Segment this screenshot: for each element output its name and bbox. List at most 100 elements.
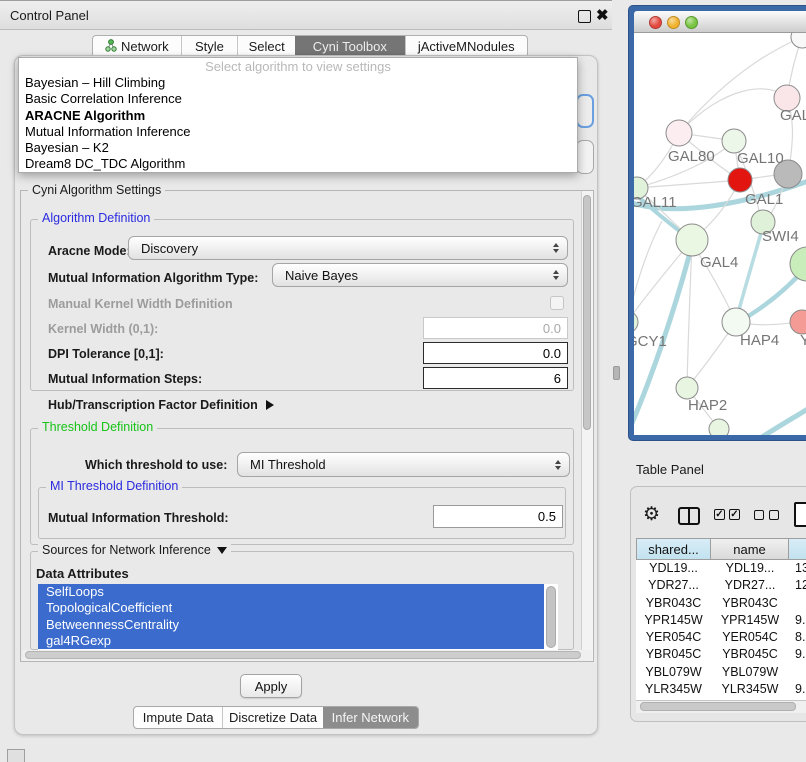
manual-kernel-checkbox[interactable] (550, 296, 564, 310)
network-node-gal80[interactable] (666, 120, 692, 146)
node-label: HAP2 (688, 397, 727, 414)
table-row[interactable]: YBR043CYBR043C (636, 595, 806, 612)
tab-select[interactable]: Select (237, 36, 295, 57)
table-row[interactable]: YLR345WYLR345W9. (636, 681, 806, 698)
attribute-item-gal4rgexp[interactable]: gal4RGexp (38, 633, 544, 649)
float-window-icon[interactable] (578, 10, 591, 23)
node-label: GAL11 (634, 194, 677, 211)
focused-combo-fragment[interactable] (576, 94, 594, 128)
dropdown-item-mutual-information-inference[interactable]: Mutual Information Inference (19, 124, 577, 140)
document-icon[interactable] (794, 502, 806, 527)
attribute-item-selfloops[interactable]: SelfLoops (38, 584, 544, 600)
node-label: GAL10 (737, 150, 784, 167)
dropdown-item-bayesian-hill-climbing[interactable]: Bayesian – Hill Climbing (19, 75, 577, 91)
dropdown-placeholder: Select algorithm to view settings (19, 58, 577, 75)
tab-style[interactable]: Style (181, 36, 238, 57)
network-node-hap2[interactable] (676, 377, 698, 399)
table-cell: YDL19... (711, 560, 789, 577)
table-row[interactable]: YDL19...YDL19...13 (636, 560, 806, 577)
tab-label: Cyni Toolbox (313, 39, 387, 54)
combo-fragment[interactable] (576, 140, 594, 174)
network-node-y[interactable] (790, 310, 806, 334)
mi-type-value: Naive Bayes (285, 268, 358, 283)
close-icon[interactable]: ✖ (596, 6, 609, 24)
dropdown-item-aracne-algorithm[interactable]: ARACNE Algorithm (19, 108, 577, 124)
minimize-traffic-light[interactable] (667, 16, 680, 29)
table-cell: YBL079W (711, 664, 789, 681)
apply-button[interactable]: Apply (240, 674, 302, 698)
which-threshold-select[interactable]: MI Threshold (237, 452, 570, 477)
network-node[interactable] (790, 247, 806, 281)
page-title: Control Panel (10, 1, 89, 30)
split-pane-handle[interactable] (613, 366, 620, 380)
kernel-width-field[interactable]: 0.0 (423, 317, 568, 339)
table-cell: YBR045C (711, 646, 789, 663)
table-cell: YER054C (711, 629, 789, 646)
settings-vertical-scrollbar-thumb[interactable] (583, 195, 591, 430)
columns-icon[interactable] (678, 507, 700, 525)
select-all-checkbox-icon[interactable]: ✓ (714, 509, 725, 520)
algorithm-dropdown[interactable]: Select algorithm to view settings Bayesi… (18, 57, 578, 173)
table-row[interactable]: YER054CYER054C8. (636, 629, 806, 646)
network-edge[interactable] (737, 226, 763, 317)
which-threshold-label: Which threshold to use: (85, 458, 227, 472)
close-traffic-light[interactable] (649, 16, 662, 29)
network-edge[interactable] (762, 405, 806, 435)
tab-network[interactable]: Network (93, 36, 181, 57)
mi-type-select[interactable]: Naive Bayes (272, 263, 568, 287)
hub-definition-label: Hub/Transcription Factor Definition (48, 398, 258, 412)
kernel-width-label: Kernel Width (0,1): (48, 322, 158, 336)
dropdown-item-dream8-dc-tdc-algorithm[interactable]: Dream8 DC_TDC Algorithm (19, 156, 577, 172)
network-window-titlebar[interactable] (634, 11, 806, 33)
network-node-gcy1[interactable] (634, 311, 638, 333)
table-row[interactable]: YBR045CYBR045C9. (636, 646, 806, 663)
attribute-item-betweennesscentrality[interactable]: BetweennessCentrality (38, 617, 544, 633)
column-header-shared[interactable]: shared... (636, 538, 711, 560)
table-panel-title: Table Panel (636, 462, 704, 477)
network-node-gal4[interactable] (676, 224, 708, 256)
mi-steps-field[interactable]: 6 (423, 367, 568, 389)
data-attributes-list[interactable]: SelfLoopsTopologicalCoefficientBetweenne… (38, 584, 558, 650)
deselect-checkbox-icon[interactable] (769, 510, 779, 520)
network-view[interactable]: GALGAL80GAL10GAL1GAL11SWI4GAL4GCY1HAP4YH… (634, 33, 806, 435)
settings-horizontal-scrollbar-thumb[interactable] (25, 651, 581, 659)
combo-stepper-icon (553, 243, 559, 253)
deselect-checkbox-icon[interactable] (754, 510, 764, 520)
dropdown-item-bayesian-k2[interactable]: Bayesian – K2 (19, 140, 577, 156)
table-row[interactable]: YPR145WYPR145W9. (636, 612, 806, 629)
tab-impute-data[interactable]: Impute Data (134, 707, 222, 728)
gear-icon[interactable]: ⚙ (643, 503, 660, 527)
network-node[interactable] (709, 419, 729, 435)
network-node-gal1[interactable] (728, 168, 752, 192)
sources-expander[interactable]: Sources for Network Inference (38, 544, 231, 557)
tab-label: Network (121, 39, 169, 54)
select-all-checkbox-icon[interactable]: ✓ (729, 509, 740, 520)
table-horizontal-scrollbar-thumb[interactable] (640, 702, 796, 711)
table-cell (789, 664, 806, 681)
attribute-item-topologicalcoefficient[interactable]: TopologicalCoefficient (38, 600, 544, 616)
aracne-mode-select[interactable]: Discovery (128, 236, 568, 260)
minimized-panel-icon[interactable] (7, 749, 25, 762)
tab-infer-network[interactable]: Infer Network (323, 707, 418, 728)
expander-arrow-icon (266, 400, 274, 410)
tab-jactivemnodules[interactable]: jActiveMNodules (405, 36, 527, 57)
tab-discretize-data[interactable]: Discretize Data (222, 707, 322, 728)
attribute-list-scrollbar-thumb[interactable] (546, 586, 556, 648)
table-row[interactable]: YDR27...YDR27...12 (636, 577, 806, 594)
network-edge[interactable] (679, 89, 787, 133)
dropdown-item-basic-correlation-inference[interactable]: Basic Correlation Inference (19, 91, 577, 107)
screen: Control Panel ✖ Network StyleSelect Cyni T… (0, 0, 806, 762)
mi-threshold-field[interactable]: 0.5 (433, 505, 563, 528)
node-label: HAP4 (740, 332, 779, 349)
network-graph[interactable]: GALGAL80GAL10GAL1GAL11SWI4GAL4GCY1HAP4YH… (634, 33, 806, 435)
zoom-traffic-light[interactable] (685, 16, 698, 29)
table-row[interactable]: YBL079WYBL079W (636, 664, 806, 681)
network-node[interactable] (791, 33, 806, 48)
hub-definition-expander[interactable]: Hub/Transcription Factor Definition (48, 398, 274, 412)
column-header-name[interactable]: name (711, 538, 789, 560)
network-edge[interactable] (637, 180, 740, 188)
table-header-row: shared...nameA (636, 538, 806, 560)
dpi-tolerance-field[interactable]: 0.0 (423, 342, 568, 364)
column-header-a[interactable]: A (789, 538, 806, 560)
tab-cyni-toolbox[interactable]: Cyni Toolbox (295, 36, 404, 57)
